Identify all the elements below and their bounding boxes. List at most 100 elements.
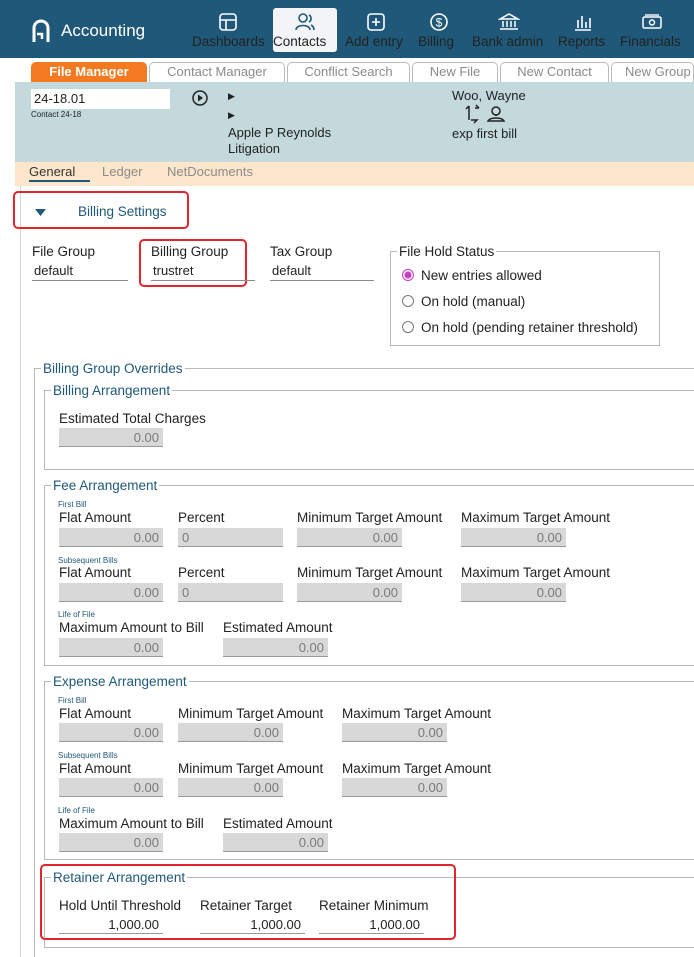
fee-flat-label: Flat Amount	[59, 510, 132, 525]
fee-max-input[interactable]: 0.00	[461, 583, 566, 602]
fee-max-label: Maximum Target Amount	[461, 565, 611, 580]
expense-estimated-input[interactable]: 0.00	[223, 833, 328, 852]
nav-label: Financials	[620, 34, 681, 49]
caret-down-icon[interactable]	[35, 209, 46, 216]
billing-group-value[interactable]: trustret	[153, 263, 193, 278]
fee-estimated-label: Estimated Amount	[223, 620, 333, 635]
expand-arrow-icon[interactable]: ▶	[228, 91, 235, 102]
divider	[32, 280, 128, 281]
radio-selected-icon[interactable]	[402, 269, 414, 281]
tab-contact-manager[interactable]: Contact Manager	[149, 62, 285, 82]
estimated-total-charges-input[interactable]: 0.00	[59, 428, 163, 447]
nav-billing[interactable]: $ Billing	[418, 8, 460, 52]
expense-max-input[interactable]: 0.00	[342, 723, 447, 742]
hold-until-threshold-input[interactable]: 1,000.00	[59, 915, 163, 934]
expense-estimated-label: Estimated Amount	[223, 816, 333, 831]
fee-min-input[interactable]: 0.00	[297, 528, 402, 547]
fee-flat-input[interactable]: 0.00	[59, 528, 163, 547]
fee-max-input[interactable]: 0.00	[461, 528, 566, 547]
plus-square-icon	[367, 13, 385, 31]
nav-label: Bank admin	[472, 34, 544, 49]
expense-flat-label: Flat Amount	[59, 706, 132, 721]
tab-bar: File Manager Contact Manager Conflict Se…	[0, 58, 694, 82]
tax-group-value[interactable]: default	[272, 263, 311, 278]
fee-flat-input[interactable]: 0.00	[59, 583, 163, 602]
nav-financials[interactable]: Financials	[620, 8, 684, 52]
tab-conflict-search[interactable]: Conflict Search	[287, 62, 410, 82]
money-icon	[642, 14, 662, 29]
file-note: exp first bill	[452, 126, 518, 141]
expense-min-input[interactable]: 0.00	[178, 778, 283, 797]
tab-file-manager[interactable]: File Manager	[31, 62, 147, 82]
tax-group-label: Tax Group	[270, 244, 333, 259]
overrides-legend: Billing Group Overrides	[43, 361, 183, 376]
matter-type: Litigation	[228, 141, 281, 156]
fee-percent-input[interactable]: 0	[178, 528, 283, 547]
retainer-minimum-input[interactable]: 1,000.00	[319, 915, 424, 934]
nav-bank-admin[interactable]: Bank admin	[472, 8, 546, 52]
expense-flat-input[interactable]: 0.00	[59, 778, 163, 797]
retainer-target-input[interactable]: 1,000.00	[200, 915, 305, 934]
radio-on-hold-manual[interactable]: On hold (manual)	[402, 294, 525, 309]
life-of-file-caption: Life of File	[58, 806, 95, 815]
top-nav-bar: Accounting Dashboards Contacts Add entry…	[0, 0, 694, 58]
file-group-label: File Group	[32, 244, 96, 259]
fee-max-label: Maximum Target Amount	[461, 510, 611, 525]
nav-reports[interactable]: Reports	[558, 8, 608, 52]
expense-min-input[interactable]: 0.00	[178, 723, 283, 742]
estimated-total-charges-label: Estimated Total Charges	[59, 411, 206, 426]
tab-new-file[interactable]: New File	[412, 62, 498, 82]
divider	[151, 280, 255, 281]
contact-id: Contact 24-18	[31, 110, 82, 119]
subsequent-bills-caption: Subsequent Bills	[58, 556, 118, 565]
fee-max-bill-input[interactable]: 0.00	[59, 638, 163, 657]
bar-chart-icon	[575, 16, 591, 31]
bank-icon	[498, 13, 520, 30]
expense-max-bill-input[interactable]: 0.00	[59, 833, 163, 852]
fee-max-bill-label: Maximum Amount to Bill	[59, 620, 204, 635]
expense-max-input[interactable]: 0.00	[342, 778, 447, 797]
location-user-icon[interactable]	[486, 104, 506, 124]
subtab-general[interactable]: General	[29, 164, 90, 182]
divider	[270, 280, 374, 281]
tab-new-group[interactable]: New Group	[611, 62, 694, 82]
subtab-netdocuments[interactable]: NetDocuments	[167, 164, 253, 179]
subtab-ledger[interactable]: Ledger	[102, 164, 142, 179]
expense-flat-input[interactable]: 0.00	[59, 723, 163, 742]
fee-percent-input[interactable]: 0	[178, 583, 283, 602]
expense-min-label: Minimum Target Amount	[178, 706, 324, 721]
expense-max-label: Maximum Target Amount	[342, 761, 492, 776]
fee-flat-label: Flat Amount	[59, 565, 132, 580]
play-circle-icon[interactable]	[192, 90, 208, 106]
nav-dashboards[interactable]: Dashboards	[192, 8, 265, 52]
retainer-target-label: Retainer Target	[200, 898, 293, 913]
radio-on-hold-retainer[interactable]: On hold (pending retainer threshold)	[402, 320, 638, 335]
billing-arrangement-legend: Billing Arrangement	[53, 383, 171, 398]
first-bill-caption: First Bill	[58, 696, 87, 705]
dashboard-icon	[219, 13, 237, 31]
nav-label: Contacts	[273, 34, 327, 49]
nav-contacts[interactable]: Contacts	[273, 8, 337, 52]
client-name: Apple P Reynolds	[228, 125, 332, 140]
radio-icon[interactable]	[402, 321, 414, 333]
subtab-bar: General Ledger NetDocuments	[15, 162, 694, 186]
tab-new-contact[interactable]: New Contact	[500, 62, 609, 82]
nav-label: Billing	[418, 34, 455, 49]
billing-settings-title[interactable]: Billing Settings	[78, 204, 167, 219]
expense-arrangement-legend: Expense Arrangement	[53, 674, 187, 689]
app-title: Accounting	[61, 21, 146, 40]
expand-arrow-icon[interactable]: ▶	[228, 110, 235, 121]
nav-label: Add entry	[345, 34, 403, 49]
billing-group-label: Billing Group	[151, 244, 229, 259]
file-number-field[interactable]: 24-18.01	[31, 89, 170, 109]
divider	[20, 186, 21, 957]
contacts-icon	[295, 13, 315, 31]
billing-arrangement-group: Billing Arrangement	[44, 383, 694, 470]
file-group-value[interactable]: default	[34, 263, 73, 278]
fee-min-input[interactable]: 0.00	[297, 583, 402, 602]
radio-icon[interactable]	[402, 295, 414, 307]
nav-add-entry[interactable]: Add entry	[345, 8, 407, 52]
radio-new-entries[interactable]: New entries allowed	[402, 268, 542, 283]
transfer-icon[interactable]	[465, 104, 481, 124]
fee-estimated-input[interactable]: 0.00	[223, 638, 328, 657]
